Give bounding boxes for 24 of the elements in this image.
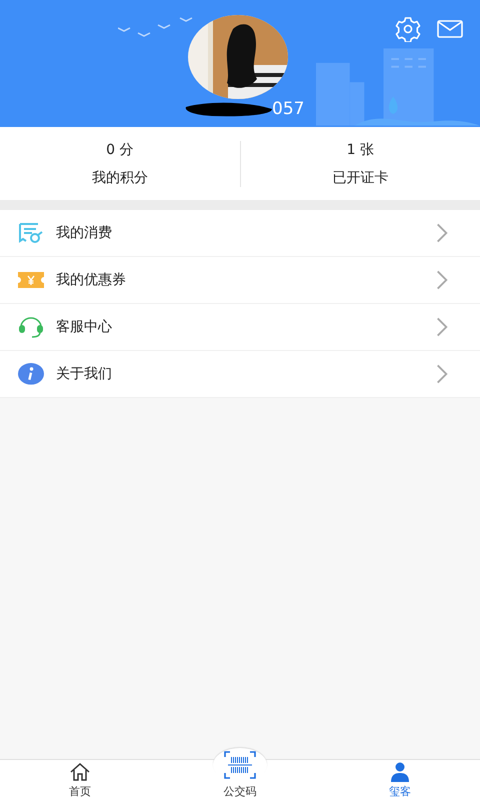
home-icon: [69, 762, 91, 782]
menu-item[interactable]: 关于我们: [0, 351, 480, 398]
nav-tab[interactable]: 首页: [0, 760, 160, 800]
phone-number: 057: [272, 99, 304, 119]
chevron-icon: [436, 317, 448, 337]
stat-value: 0 分: [106, 140, 134, 158]
headset-icon: [18, 316, 44, 338]
menu-item[interactable]: 我的优惠券: [0, 257, 480, 304]
nav-tab[interactable]: 玺客: [320, 760, 480, 800]
menu-item[interactable]: 我的消费: [0, 210, 480, 257]
mail-icon[interactable]: [437, 20, 463, 38]
info-icon: [18, 363, 44, 385]
menu-item[interactable]: 客服中心: [0, 304, 480, 351]
receipt-icon: [18, 222, 44, 244]
stat-value: 1 张: [346, 140, 374, 158]
stat-label: 已开证卡: [332, 168, 388, 186]
chevron-icon: [436, 364, 448, 384]
person-icon: [389, 762, 411, 782]
nav-tab[interactable]: 公交码: [160, 746, 320, 800]
stat-label: 我的积分: [92, 168, 148, 186]
settings-icon[interactable]: [395, 16, 421, 42]
chevron-icon: [436, 223, 448, 243]
ticket-icon: [18, 269, 44, 291]
chevron-icon: [436, 270, 448, 290]
